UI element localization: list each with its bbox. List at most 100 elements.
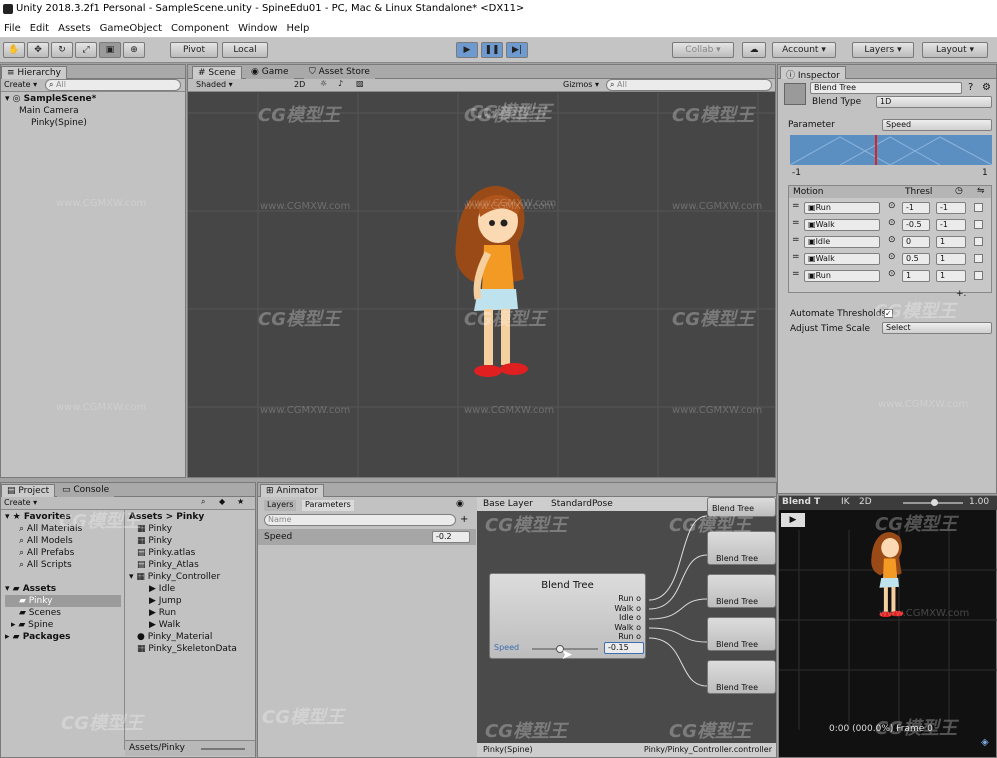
step-icon[interactable]: ▶|	[506, 42, 528, 58]
shading-dropdown[interactable]: Shaded ▾	[196, 80, 233, 89]
thresh-field[interactable]: 0	[902, 236, 930, 248]
label-icon[interactable]: ◆	[219, 497, 225, 506]
speed-field[interactable]: 1	[936, 270, 966, 282]
pause-icon[interactable]: ❚❚	[481, 42, 503, 58]
hierarchy-search-input[interactable]: ⌕ All	[45, 79, 181, 91]
folder-item-spine[interactable]: ▸ ▰ Spine	[5, 619, 121, 631]
output-port[interactable]: Walk o	[614, 623, 641, 633]
add-motion-button[interactable]: +.	[956, 289, 966, 299]
picker-icon[interactable]: ⊙	[888, 235, 896, 245]
star-icon[interactable]: ★	[237, 497, 244, 506]
parameter-value-field[interactable]: -0.2	[432, 531, 470, 543]
assets-node[interactable]: ▾ ▰ Assets	[5, 583, 121, 595]
hierarchy-create-button[interactable]: Create ▾	[4, 80, 37, 89]
menu-file[interactable]: File	[0, 20, 26, 34]
thresh-field[interactable]: -1	[902, 202, 930, 214]
audio-icon[interactable]: ♪	[338, 79, 343, 88]
breadcrumb-base-layer[interactable]: Base Layer	[483, 499, 533, 509]
layers-dropdown[interactable]: Layers ▾	[852, 42, 914, 58]
ik-toggle[interactable]: IK	[841, 497, 850, 507]
eye-icon[interactable]: ◉	[456, 499, 464, 509]
file-item[interactable]: ▦ Pinky	[129, 535, 237, 547]
mirror-checkbox[interactable]	[974, 237, 983, 246]
menu-edit[interactable]: Edit	[26, 20, 54, 34]
child-blend-tree[interactable]: Blend Tree	[707, 531, 776, 565]
favorites-node[interactable]: ▾ ★ Favorites	[5, 511, 121, 523]
file-item[interactable]: ▤ Pinky_Atlas	[129, 559, 237, 571]
thresh-field[interactable]: 0.5	[902, 253, 930, 265]
project-create-button[interactable]: Create ▾	[4, 498, 37, 507]
child-blend-tree[interactable]: Blend Tree	[707, 660, 776, 694]
preview-settings-icon[interactable]: ◈	[981, 737, 989, 748]
drag-handle-icon[interactable]: =	[792, 235, 800, 245]
collab-button[interactable]: Collab ▾	[672, 42, 734, 58]
breadcrumb-standard-pose[interactable]: StandardPose	[551, 499, 613, 509]
rotate-tool-icon[interactable]: ↻	[51, 42, 73, 58]
pivot-button[interactable]: Pivot	[170, 42, 218, 58]
menu-window[interactable]: Window	[234, 20, 282, 34]
picker-icon[interactable]: ⊙	[888, 218, 896, 228]
clip-item[interactable]: ▶ Jump	[129, 595, 237, 607]
breadcrumb-root[interactable]: Assets	[129, 512, 162, 522]
output-port[interactable]: Walk o	[614, 604, 641, 614]
scene-search-input[interactable]: ⌕ All	[606, 79, 772, 91]
child-blend-tree[interactable]: Blend Tree	[707, 497, 776, 517]
filter-icon[interactable]: ⌕	[201, 497, 205, 507]
tab-hierarchy[interactable]: ≡ Hierarchy	[1, 66, 67, 79]
tab-asset-store[interactable]: ⛉ Asset Store	[304, 66, 375, 79]
fav-item[interactable]: ⌕ All Prefabs	[5, 547, 121, 559]
fav-item[interactable]: ⌕ All Models	[5, 535, 121, 547]
rect-tool-icon[interactable]: ▣	[99, 42, 121, 58]
help-icon[interactable]: ?	[968, 82, 973, 93]
mode-2d-toggle[interactable]: 2D	[859, 497, 872, 507]
motion-field[interactable]: ▣Walk	[804, 219, 880, 231]
clip-item[interactable]: ▶ Run	[129, 607, 237, 619]
motion-field[interactable]: ▣Idle	[804, 236, 880, 248]
speed-value-field[interactable]: -0.15	[604, 642, 644, 654]
tab-inspector[interactable]: ⓘ Inspector	[780, 66, 846, 81]
hand-tool-icon[interactable]: ✋	[3, 42, 25, 58]
icon-size-slider[interactable]	[201, 748, 245, 750]
hierarchy-item-pinky-spine[interactable]: Pinky(Spine)	[5, 117, 96, 129]
play-icon[interactable]: ▶	[456, 42, 478, 58]
file-item[interactable]: ▾ ▦ Pinky_Controller	[129, 571, 237, 583]
scene-root[interactable]: ▾ ◎ SampleScene*	[5, 93, 96, 105]
gizmos-dropdown[interactable]: Gizmos ▾	[563, 80, 599, 89]
move-tool-icon[interactable]: ✥	[27, 42, 49, 58]
settings-icon[interactable]: ⚙	[982, 82, 991, 93]
drag-handle-icon[interactable]: =	[792, 201, 800, 211]
speed-field[interactable]: 1	[936, 253, 966, 265]
parameter-search-input[interactable]: Name	[264, 514, 456, 526]
motion-field[interactable]: ▣Run	[804, 270, 880, 282]
mirror-checkbox[interactable]	[974, 203, 983, 212]
parameter-row[interactable]: Speed -0.2	[258, 529, 476, 545]
menu-help[interactable]: Help	[283, 20, 315, 34]
fav-item[interactable]: ⌕ All Materials	[5, 523, 121, 535]
menu-gameobject[interactable]: GameObject	[96, 20, 167, 34]
drag-handle-icon[interactable]: =	[792, 218, 800, 228]
picker-icon[interactable]: ⊙	[888, 252, 896, 262]
menu-assets[interactable]: Assets	[54, 20, 96, 34]
cloud-icon[interactable]: ☁	[742, 42, 766, 58]
drag-handle-icon[interactable]: =	[792, 269, 800, 279]
light-icon[interactable]: ☼	[320, 79, 327, 88]
tab-animator[interactable]: ⊞ Animator	[260, 484, 324, 497]
preview-speed-slider[interactable]	[903, 499, 963, 506]
menu-component[interactable]: Component	[167, 20, 234, 34]
layers-tab[interactable]: Layers	[264, 500, 297, 511]
packages-node[interactable]: ▸ ▰ Packages	[5, 631, 121, 643]
adjust-scale-dropdown[interactable]: Select	[882, 322, 992, 334]
tab-console[interactable]: ▭ Console	[57, 484, 115, 497]
folder-item-pinky[interactable]: ▰ Pinky	[5, 595, 121, 607]
picker-icon[interactable]: ⊙	[888, 201, 896, 211]
add-parameter-icon[interactable]: +	[460, 514, 468, 525]
file-item[interactable]: ▦ Pinky	[129, 523, 237, 535]
hierarchy-item-main-camera[interactable]: Main Camera	[5, 105, 96, 117]
output-port[interactable]: Run o	[614, 632, 641, 642]
thresh-field[interactable]: -0.5	[902, 219, 930, 231]
transform-tool-icon[interactable]: ⊕	[123, 42, 145, 58]
parameter-dropdown[interactable]: Speed	[882, 119, 992, 131]
tab-project[interactable]: ▤ Project	[1, 484, 56, 497]
motion-field[interactable]: ▣Walk	[804, 253, 880, 265]
file-item[interactable]: ▦ Pinky_SkeletonData	[129, 643, 237, 655]
